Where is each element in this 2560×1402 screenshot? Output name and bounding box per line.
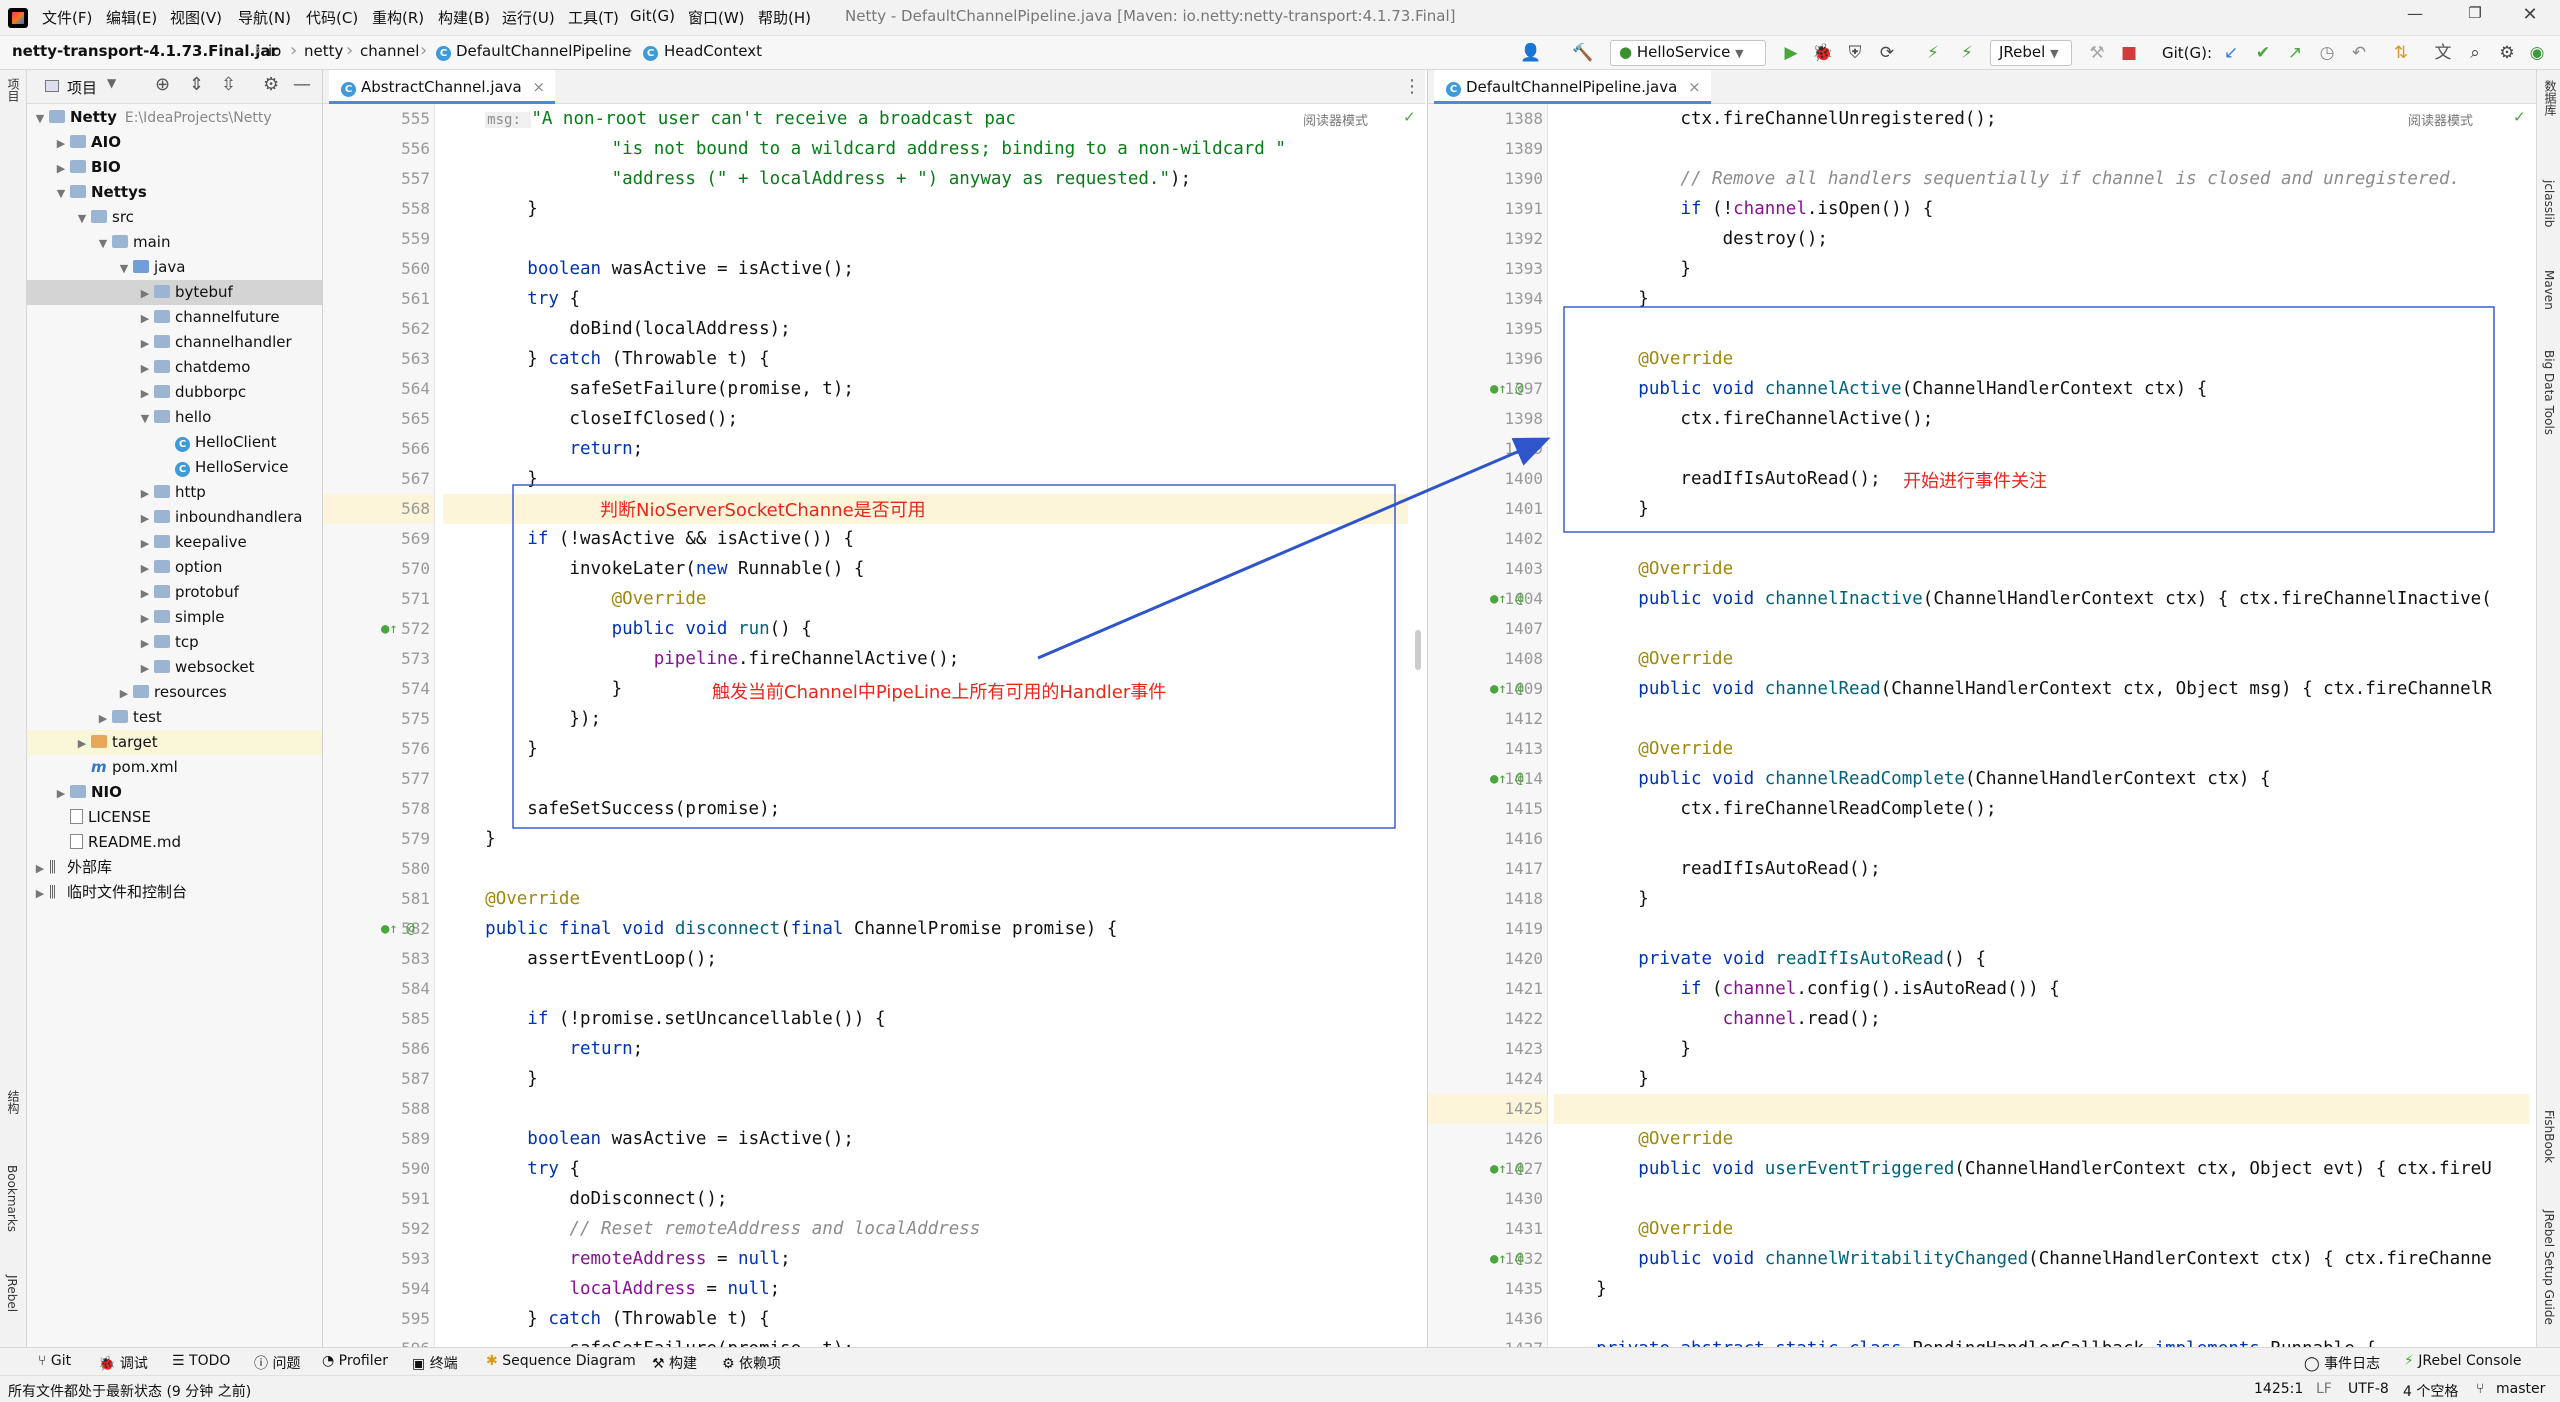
annotation-left-title: 判断NioServerSocketChanne是否可用 <box>600 500 926 521</box>
git-icon: ⑂ <box>38 1353 51 1369</box>
terminal-tool-button[interactable]: ▣ 终端 <box>412 1353 458 1373</box>
build-tool-button[interactable]: ⚒ 构建 <box>652 1353 697 1373</box>
right-annotation-box <box>1563 306 2495 533</box>
status-message: 所有文件都处于最新状态 (9 分钟 之前) <box>8 1384 252 1400</box>
jrebel-icon: ⚡ <box>2404 1353 2419 1369</box>
debug-tool-button[interactable]: 🐞 调试 <box>98 1353 148 1373</box>
profiler-icon: ◔ <box>322 1353 339 1369</box>
problems-tool-button[interactable]: ⓘ 问题 <box>254 1353 300 1373</box>
todo-tool-button[interactable]: ☰ TODO <box>172 1353 230 1369</box>
dependencies-icon: ⚙ <box>722 1356 740 1372</box>
diagram-icon: ✱ <box>486 1353 503 1369</box>
jrebel-console-tool-button[interactable]: ⚡ JRebel Console <box>2404 1353 2522 1369</box>
sequence-diagram-tool-button[interactable]: ✱ Sequence Diagram <box>486 1353 636 1369</box>
git-tool-button[interactable]: ⑂ Git <box>38 1353 71 1369</box>
annotation-left-bottom: 触发当前Channel中PipeLine上所有可用的Handler事件 <box>712 682 1167 703</box>
indent-setting[interactable]: 4 个空格 <box>2403 1381 2458 1401</box>
status-bar: 所有文件都处于最新状态 (9 分钟 之前) 1425:1 LF UTF-8 4 … <box>0 1375 2560 1402</box>
info-icon: ⓘ <box>254 1356 273 1372</box>
annotation-overlay <box>512 306 2495 829</box>
bottom-tool-bar: ⑂ Git 🐞 调试 ☰ TODO ⓘ 问题 ◔ Profiler ▣ 终端 ✱… <box>0 1347 2560 1375</box>
profiler-tool-button[interactable]: ◔ Profiler <box>322 1353 388 1369</box>
line-separator[interactable]: LF <box>2316 1381 2332 1397</box>
debug-icon: 🐞 <box>98 1356 120 1372</box>
hammer-icon: ⚒ <box>652 1356 670 1372</box>
git-branch[interactable]: master <box>2496 1381 2545 1397</box>
dependencies-tool-button[interactable]: ⚙ 依赖项 <box>722 1353 781 1373</box>
left-annotation-box <box>512 484 1396 829</box>
terminal-icon: ▣ <box>412 1356 430 1372</box>
annotation-arrow <box>1037 437 1551 660</box>
annotation-right: 开始进行事件关注 <box>1903 471 2047 492</box>
event-log-icon: ◯ <box>2304 1356 2325 1372</box>
file-encoding[interactable]: UTF-8 <box>2348 1381 2389 1397</box>
git-branch-icon: ⑂ <box>2476 1381 2485 1397</box>
event-log-tool-button[interactable]: ◯ 事件日志 <box>2304 1353 2380 1373</box>
list-icon: ☰ <box>172 1353 190 1369</box>
caret-position[interactable]: 1425:1 <box>2254 1381 2303 1397</box>
